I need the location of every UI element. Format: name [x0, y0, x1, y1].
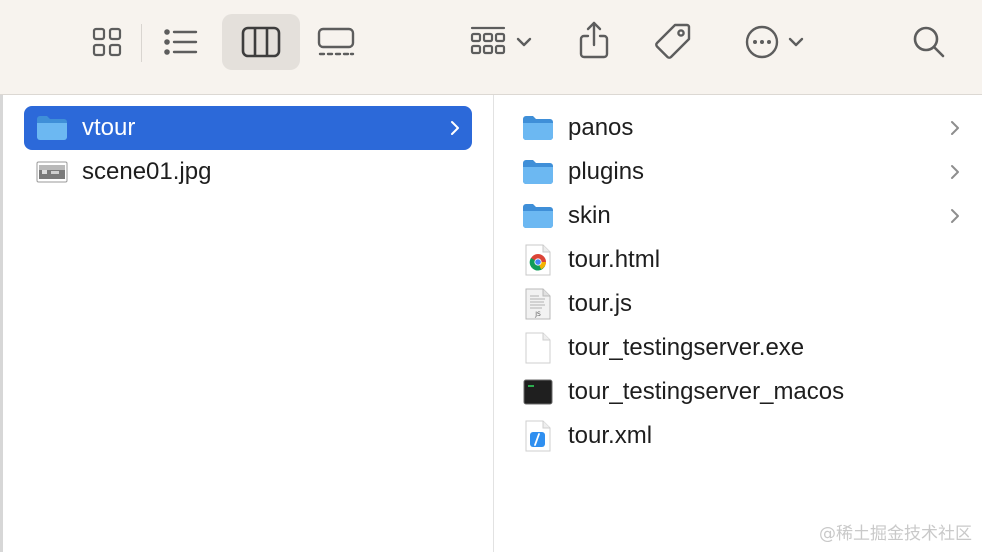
- chevron-down-icon: [788, 37, 804, 47]
- item-label: tour_testingserver_macos: [568, 378, 845, 405]
- list-item-skin[interactable]: skin: [522, 194, 972, 238]
- list-icon: [163, 27, 199, 57]
- list-item-tour-html[interactable]: tour.html: [522, 238, 972, 282]
- share-button[interactable]: [572, 14, 616, 66]
- item-label: panos: [568, 114, 634, 141]
- chrome-html-file-icon: [522, 244, 554, 276]
- folder-icon: [522, 156, 554, 188]
- watermark-text: @稀土掘金技术社区: [819, 524, 972, 544]
- list-item-vtour[interactable]: vtour: [24, 106, 472, 150]
- search-icon: [912, 25, 946, 59]
- list-view-button[interactable]: [156, 20, 206, 64]
- svg-text:JS: JS: [534, 311, 541, 318]
- ellipsis-icon: [744, 24, 780, 60]
- chevron-right-icon: [950, 106, 960, 150]
- item-label: plugins: [568, 158, 645, 185]
- toolbar: [0, 0, 982, 95]
- columns-icon: [241, 26, 281, 58]
- chevron-right-icon: [950, 150, 960, 194]
- terminal-exec-icon: [522, 376, 554, 408]
- item-label: skin: [568, 202, 611, 229]
- search-button[interactable]: [906, 20, 952, 64]
- grid-icon: [91, 26, 123, 58]
- list-item-tour-xml[interactable]: tour.xml: [522, 414, 972, 458]
- blank-file-icon: [522, 332, 554, 364]
- tags-button[interactable]: [650, 18, 696, 64]
- chevron-right-icon: [450, 106, 460, 150]
- folder-icon: [522, 200, 554, 232]
- tag-icon: [653, 21, 693, 61]
- item-label: tour.html: [568, 246, 661, 273]
- more-actions-button[interactable]: [736, 20, 812, 64]
- column-2: panos plugins skin tour.html JS tour.js …: [494, 95, 982, 552]
- list-item-panos[interactable]: panos: [522, 106, 972, 150]
- gallery-view-button[interactable]: [310, 20, 362, 64]
- js-file-icon: JS: [522, 288, 554, 320]
- chevron-down-icon: [516, 37, 532, 47]
- gallery-icon: [316, 26, 356, 58]
- item-label: tour.js: [568, 290, 633, 317]
- image-file-icon: [36, 156, 68, 188]
- item-label: tour.xml: [568, 422, 653, 449]
- toolbar-separator: [141, 24, 142, 62]
- column-view-button[interactable]: [222, 14, 300, 70]
- list-item-tour-js[interactable]: JS tour.js: [522, 282, 972, 326]
- folder-icon: [522, 112, 554, 144]
- finder-window: vtour scene01.jpg panos plugins skin tou…: [0, 0, 982, 552]
- icon-view-button[interactable]: [84, 20, 130, 64]
- list-item-tour-testingserver-exe[interactable]: tour_testingserver.exe: [522, 326, 972, 370]
- chevron-right-icon: [950, 194, 960, 238]
- list-item-scene01[interactable]: scene01.jpg: [24, 150, 472, 194]
- item-label: vtour: [82, 114, 136, 141]
- share-icon: [578, 20, 610, 60]
- column-1: vtour scene01.jpg: [0, 95, 493, 552]
- folder-icon: [36, 112, 68, 144]
- item-label: tour_testingserver.exe: [568, 334, 805, 361]
- list-item-plugins[interactable]: plugins: [522, 150, 972, 194]
- item-label: scene01.jpg: [82, 158, 212, 185]
- group-icon: [468, 25, 508, 59]
- xml-file-icon: [522, 420, 554, 452]
- group-button[interactable]: [460, 20, 540, 64]
- list-item-tour-testingserver-macos[interactable]: tour_testingserver_macos: [522, 370, 972, 414]
